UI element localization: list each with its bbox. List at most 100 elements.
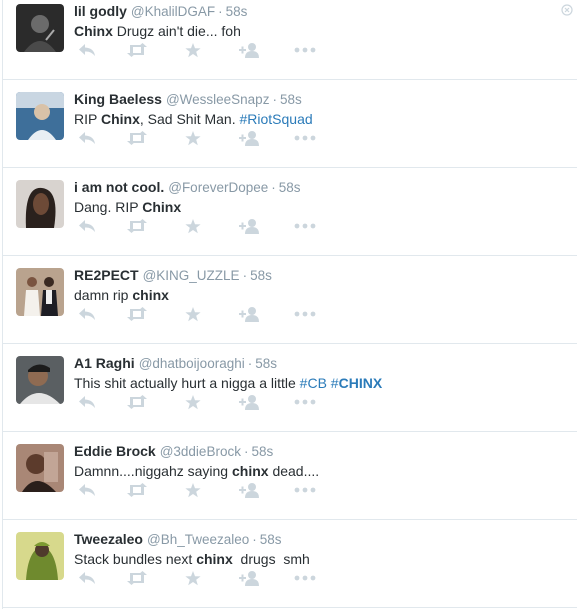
tweet-item[interactable]: A1 Raghi @dhatboijooraghi · 58s This shit ac… (3, 344, 577, 432)
display-name[interactable]: i am not cool. (74, 179, 164, 195)
timestamp[interactable]: 58s (255, 356, 277, 371)
display-name[interactable]: King Baeless (74, 91, 162, 107)
avatar-image (16, 180, 64, 228)
avatar-image (16, 356, 64, 404)
avatar[interactable] (16, 268, 64, 316)
timestamp[interactable]: 58s (251, 444, 273, 459)
reply-icon[interactable] (76, 306, 98, 322)
text-segment: Damnn....niggahz saying (74, 463, 232, 479)
username[interactable]: @Bh_Tweezaleo (147, 532, 249, 547)
tweet-actions (74, 306, 374, 322)
separator-dot: · (218, 4, 223, 19)
more-icon[interactable] (294, 130, 316, 146)
avatar[interactable] (16, 356, 64, 404)
username[interactable]: @WessleeSnapz (166, 92, 270, 107)
hashtag-link[interactable]: CHINX (339, 375, 383, 391)
follow-icon[interactable] (239, 394, 261, 410)
tweet-item[interactable]: Eddie Brock @3ddieBrock · 58s Damnn....nigga… (3, 432, 577, 520)
tweet-header: Tweezaleo @Bh_Tweezaleo · 58s (74, 531, 282, 547)
avatar[interactable] (16, 444, 64, 492)
hashtag-link[interactable]: # (331, 375, 339, 391)
tweet-item[interactable]: i am not cool. @ForeverDopee · 58s Dang. RIP… (3, 168, 577, 256)
timestamp[interactable]: 58s (226, 4, 248, 19)
hashtag-link[interactable]: #RiotSquad (239, 111, 312, 127)
favorite-icon[interactable] (182, 482, 204, 498)
retweet-icon[interactable] (126, 394, 148, 410)
more-icon[interactable] (294, 218, 316, 234)
tweet-item[interactable]: Tweezaleo @Bh_Tweezaleo · 58s Stack bundles … (3, 520, 577, 608)
hashtag-link[interactable]: #CB (300, 375, 327, 391)
retweet-icon[interactable] (126, 218, 148, 234)
favorite-icon[interactable] (182, 570, 204, 586)
display-name[interactable]: lil godly (74, 3, 127, 19)
follow-icon[interactable] (239, 570, 261, 586)
timestamp[interactable]: 58s (279, 180, 301, 195)
reply-icon[interactable] (76, 42, 98, 58)
display-name[interactable]: A1 Raghi (74, 355, 135, 371)
avatar[interactable] (16, 532, 64, 580)
reply-icon[interactable] (76, 570, 98, 586)
tweet-text: This shit actually hurt a nigga a little… (74, 375, 382, 391)
timestamp[interactable]: 58s (250, 268, 272, 283)
username[interactable]: @KhalilDGAF (131, 4, 215, 19)
reply-icon[interactable] (76, 130, 98, 146)
avatar-image (16, 444, 64, 492)
more-icon[interactable] (294, 42, 316, 58)
tweet-actions (74, 130, 374, 146)
username[interactable]: @KING_UZZLE (143, 268, 240, 283)
favorite-icon[interactable] (182, 394, 204, 410)
text-segment: Drugz ain't die... foh (112, 23, 241, 39)
retweet-icon[interactable] (126, 130, 148, 146)
display-name[interactable]: Tweezaleo (74, 531, 143, 547)
separator-dot: · (272, 92, 277, 107)
username[interactable]: @dhatboijooraghi (139, 356, 245, 371)
more-icon[interactable] (294, 570, 316, 586)
retweet-icon[interactable] (126, 42, 148, 58)
highlighted-keyword: Chinx (74, 23, 113, 39)
timestamp[interactable]: 58s (260, 532, 282, 547)
username[interactable]: @3ddieBrock (160, 444, 241, 459)
tweet-actions (74, 218, 374, 234)
tweet-item[interactable]: King Baeless @WessleeSnapz · 58s RIP Chinx, … (3, 80, 577, 168)
reply-icon[interactable] (76, 482, 98, 498)
separator-dot: · (271, 180, 276, 195)
more-icon[interactable] (294, 306, 316, 322)
text-segment: damn rip (74, 287, 133, 303)
tweet-header: i am not cool. @ForeverDopee · 58s (74, 179, 301, 195)
more-icon[interactable] (294, 482, 316, 498)
text-segment: Stack bundles next (74, 551, 197, 567)
tweet-text: Damnn....niggahz saying chinx dead.... (74, 463, 319, 479)
tweet-text: Dang. RIP Chinx (74, 199, 181, 215)
more-icon[interactable] (294, 394, 316, 410)
follow-icon[interactable] (239, 130, 261, 146)
favorite-icon[interactable] (182, 218, 204, 234)
favorite-icon[interactable] (182, 130, 204, 146)
avatar[interactable] (16, 92, 64, 140)
display-name[interactable]: Eddie Brock (74, 443, 156, 459)
avatar-image (16, 532, 64, 580)
reply-icon[interactable] (76, 394, 98, 410)
retweet-icon[interactable] (126, 482, 148, 498)
text-segment: Dang. RIP (74, 199, 143, 215)
follow-icon[interactable] (239, 42, 261, 58)
text-segment: dead.... (268, 463, 320, 479)
tweet-item[interactable]: lil godly @KhalilDGAF · 58s Chinx Drugz ain'… (3, 0, 577, 80)
favorite-icon[interactable] (182, 306, 204, 322)
tweet-item[interactable]: RE2PECT @KING_UZZLE · 58s damn rip chinx (3, 256, 577, 344)
reply-icon[interactable] (76, 218, 98, 234)
tweet-header: King Baeless @WessleeSnapz · 58s (74, 91, 302, 107)
avatar-image (16, 4, 64, 52)
follow-icon[interactable] (239, 306, 261, 322)
timestamp[interactable]: 58s (280, 92, 302, 107)
username[interactable]: @ForeverDopee (168, 180, 268, 195)
follow-icon[interactable] (239, 482, 261, 498)
highlighted-keyword: chinx (132, 287, 169, 303)
highlighted-keyword: chinx (196, 551, 233, 567)
avatar[interactable] (16, 180, 64, 228)
display-name[interactable]: RE2PECT (74, 267, 139, 283)
follow-icon[interactable] (239, 218, 261, 234)
retweet-icon[interactable] (126, 306, 148, 322)
retweet-icon[interactable] (126, 570, 148, 586)
avatar[interactable] (16, 4, 64, 52)
favorite-icon[interactable] (182, 42, 204, 58)
